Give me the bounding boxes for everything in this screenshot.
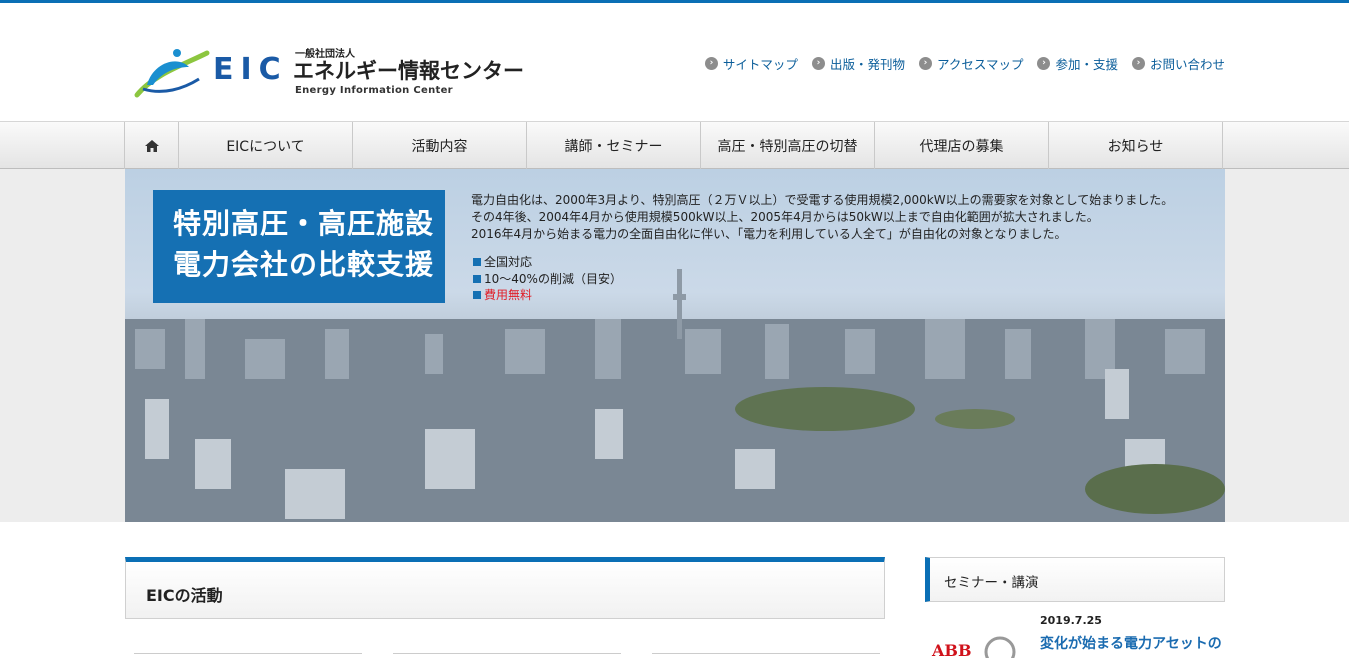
hero-text-line: その4年後、2004年4月から使用規模500kW以上、2005年4月からは50k… bbox=[471, 210, 1099, 224]
utility-link-label: アクセスマップ bbox=[936, 57, 1024, 72]
hero-point-label: 費用無料 bbox=[484, 288, 533, 302]
arrow-circle-icon: › bbox=[704, 57, 718, 70]
nav-item-seminars[interactable]: 講師・セミナー bbox=[527, 122, 701, 169]
utility-link-label: お問い合わせ bbox=[1149, 57, 1225, 72]
hero-point-label: 10～40%の削減（目安） bbox=[484, 271, 622, 286]
hero-point: 10～40%の削減（目安） bbox=[473, 271, 622, 288]
utility-link-support[interactable]: › 参加・支援 bbox=[1037, 54, 1118, 73]
nav-item-switching[interactable]: 高圧・特別高圧の切替 bbox=[701, 122, 875, 169]
hero-points: 全国対応 10～40%の削減（目安） 費用無料 bbox=[473, 254, 622, 304]
sidebar-seminar-header: セミナー・講演 bbox=[925, 557, 1225, 602]
hero-text-line: 2016年4月から始まる電力の全面自由化に伴い、「電力を利用している人全て」が自… bbox=[471, 227, 1067, 241]
square-bullet-icon bbox=[473, 258, 481, 267]
utility-link-publications[interactable]: › 出版・発刊物 bbox=[811, 54, 905, 73]
hero-banner: 特別高圧・高圧施設 電力会社の比較支援 電力自由化は、2000年3月より、特別高… bbox=[125, 169, 1225, 522]
logo-org-name: エネルギー情報センター bbox=[293, 59, 524, 83]
hero-title-line: 電力会社の比較支援 bbox=[173, 248, 435, 281]
utility-link-sitemap[interactable]: › サイトマップ bbox=[704, 54, 798, 73]
site-header: EIC 一般社団法人 エネルギー情報センター Energy Informatio… bbox=[0, 3, 1349, 121]
logo-eic-text: EIC bbox=[213, 52, 288, 87]
hero-title-box: 特別高圧・高圧施設 電力会社の比較支援 bbox=[153, 190, 445, 303]
hero-point: 全国対応 bbox=[473, 254, 622, 271]
section-title: EICの活動 bbox=[146, 586, 223, 605]
global-nav-bar: EICについて 活動内容 講師・セミナー 高圧・特別高圧の切替 代理店の募集 お… bbox=[0, 121, 1349, 169]
hero-description: 電力自由化は、2000年3月より、特別高圧（２万Ｖ以上）で受電する使用規模2,0… bbox=[471, 192, 1173, 243]
utility-link-access-map[interactable]: › アクセスマップ bbox=[918, 54, 1024, 73]
activities-section-header: EICの活動 bbox=[125, 557, 885, 619]
abb-logo-text: ABB bbox=[931, 641, 971, 658]
utility-link-contact[interactable]: › お問い合わせ bbox=[1131, 54, 1225, 73]
utility-link-label: 参加・支援 bbox=[1055, 57, 1118, 72]
news-title-link[interactable]: 変化が始まる電力アセットの bbox=[1040, 633, 1222, 653]
hero-point: 費用無料 bbox=[473, 287, 622, 304]
utility-link-label: 出版・発刊物 bbox=[829, 57, 905, 72]
arrow-circle-icon: › bbox=[1037, 57, 1051, 70]
sidebar-heading: セミナー・講演 bbox=[944, 575, 1039, 591]
home-icon bbox=[144, 139, 159, 152]
arrow-circle-icon: › bbox=[1131, 57, 1145, 70]
nav-item-agency[interactable]: 代理店の募集 bbox=[875, 122, 1049, 169]
global-nav: EICについて 活動内容 講師・セミナー 高圧・特別高圧の切替 代理店の募集 お… bbox=[124, 122, 1223, 169]
arrow-circle-icon: › bbox=[811, 57, 825, 70]
arrow-circle-icon: › bbox=[918, 57, 932, 70]
nav-home[interactable] bbox=[125, 122, 179, 169]
news-thumbnail-image: ABB bbox=[931, 636, 1016, 658]
eic-logo-swoosh-icon bbox=[134, 49, 210, 98]
utility-link-label: サイトマップ bbox=[722, 57, 798, 72]
nav-item-activities[interactable]: 活動内容 bbox=[353, 122, 527, 169]
square-bullet-icon bbox=[473, 274, 481, 283]
news-thumbnail[interactable]: ABB bbox=[930, 634, 1025, 658]
site-logo[interactable]: EIC 一般社団法人 エネルギー情報センター Energy Informatio… bbox=[133, 43, 533, 103]
nav-item-news[interactable]: お知らせ bbox=[1049, 122, 1223, 169]
hero-title-line: 特別高圧・高圧施設 bbox=[173, 207, 435, 240]
logo-english-name: Energy Information Center bbox=[295, 85, 453, 96]
square-bullet-icon bbox=[473, 291, 481, 300]
hero-point-label: 全国対応 bbox=[484, 255, 533, 269]
utility-links: › サイトマップ › 出版・発刊物 › アクセスマップ › 参加・支援 › お問い合わせ bbox=[704, 54, 1225, 73]
hero-text-line: 電力自由化は、2000年3月より、特別高圧（２万Ｖ以上）で受電する使用規模2,0… bbox=[471, 193, 1174, 207]
news-date: 2019.7.25 bbox=[1040, 614, 1102, 627]
nav-item-about[interactable]: EICについて bbox=[179, 122, 353, 169]
